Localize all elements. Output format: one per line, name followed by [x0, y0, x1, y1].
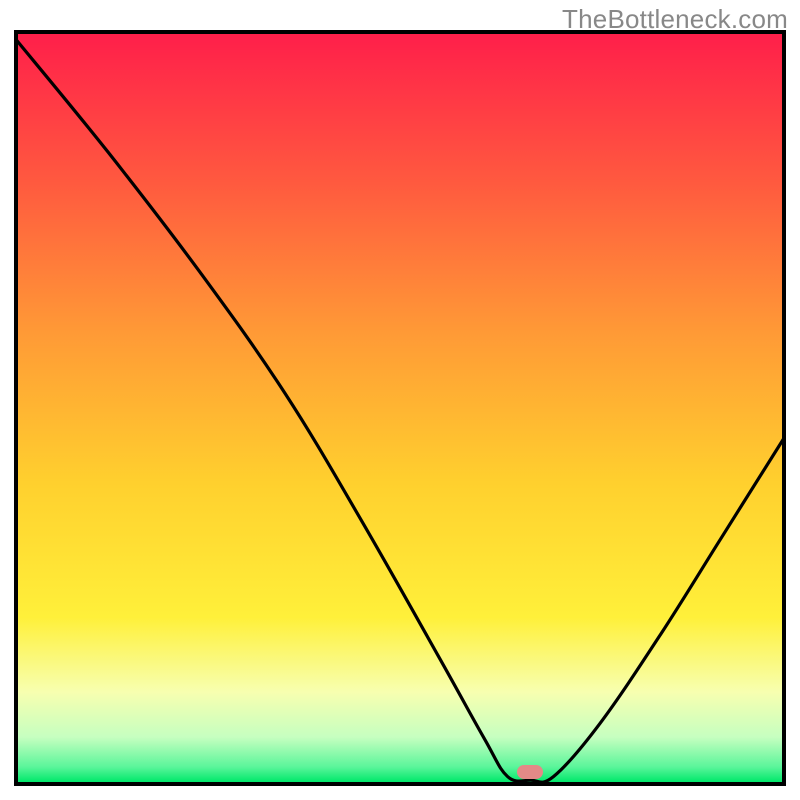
chart-container: TheBottleneck.com [0, 0, 800, 800]
optimal-point-marker [517, 765, 543, 779]
watermark-text: TheBottleneck.com [562, 4, 788, 35]
plot-background [18, 34, 782, 782]
bottleneck-plot [0, 0, 800, 800]
